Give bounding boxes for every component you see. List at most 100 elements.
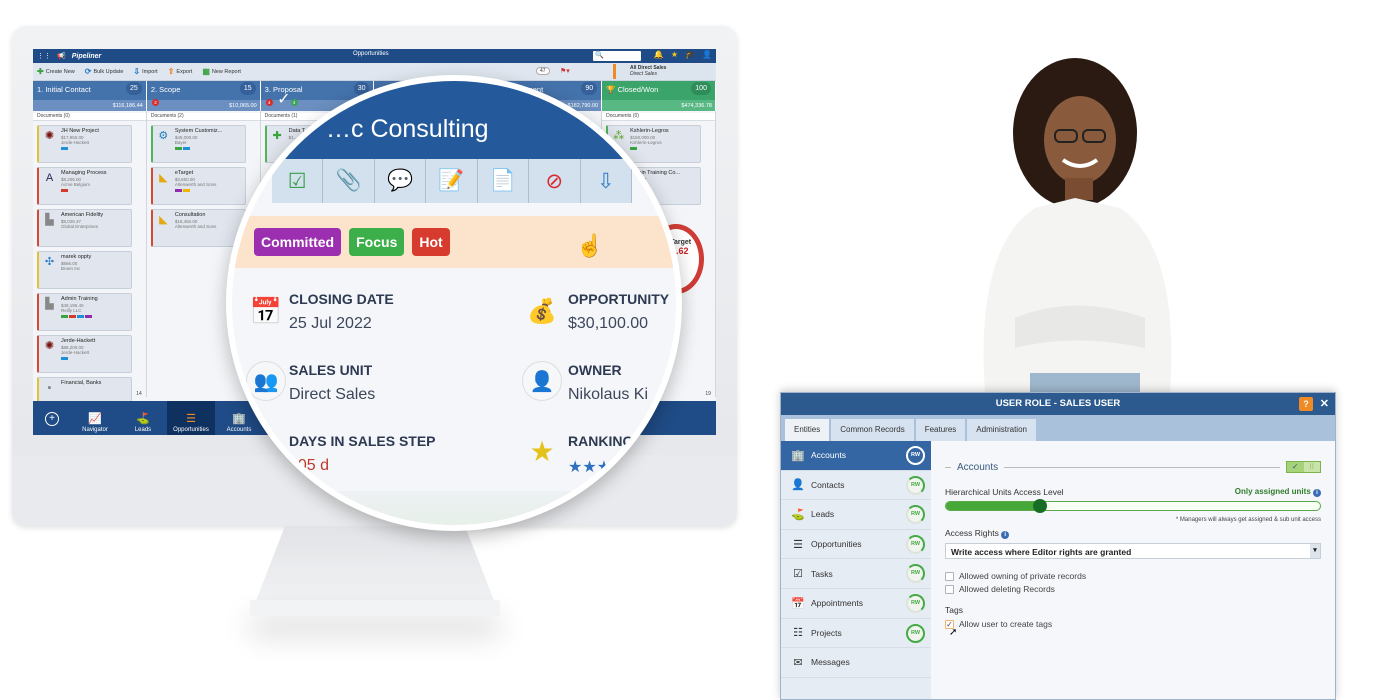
card-title: eTarget xyxy=(174,170,194,176)
help-icon[interactable]: ? xyxy=(1299,397,1313,411)
export-icon: ⇧ xyxy=(167,67,175,76)
tab-common-records[interactable]: Common Records xyxy=(831,419,914,441)
tag-row: Committed Focus Hot xyxy=(232,216,676,268)
copy-move-icon[interactable]: 📄 xyxy=(477,159,530,203)
checklist-icon: ☷ xyxy=(793,627,803,640)
alert-badge: 3 xyxy=(151,91,159,109)
tag-hot[interactable]: Hot xyxy=(412,228,450,256)
access-rights-select[interactable]: Write access where Editor rights are gra… xyxy=(945,543,1321,559)
rights-badge: RW xyxy=(906,564,925,584)
company-logo-icon: ✣ xyxy=(44,256,55,268)
user-icon[interactable]: 👤 xyxy=(702,50,712,59)
announcement-icon[interactable]: 📢 xyxy=(57,52,66,60)
documents-link[interactable]: Documents (0) xyxy=(33,113,146,121)
tags-label: Tags xyxy=(945,605,963,615)
new-report-button[interactable]: ▦ New Report xyxy=(202,67,241,76)
lost-icon[interactable]: ⊘ xyxy=(529,159,581,203)
leads-flag-icon: ⛳ xyxy=(136,413,150,425)
bulk-update-button[interactable]: ⟳ Bulk Update xyxy=(85,67,124,76)
academy-icon[interactable]: 🎓 xyxy=(685,50,695,59)
sales-unit-field: SALES UNIT Direct Sales xyxy=(289,362,376,403)
chevron-down-icon: ▾ xyxy=(1310,544,1320,558)
card-tags xyxy=(61,189,129,192)
info-icon: i xyxy=(1001,531,1010,539)
owner-avatar-icon: 👤 xyxy=(522,361,562,401)
tab-entities[interactable]: Entities xyxy=(785,419,830,441)
entity-contacts[interactable]: 👤 Contacts RW xyxy=(781,471,931,501)
bell-icon[interactable]: 🔔 xyxy=(654,50,664,59)
add-icon[interactable]: + xyxy=(45,412,59,426)
owner-field: OWNER Nikolaus Ki xyxy=(568,362,649,403)
import-icon: ⇩ xyxy=(133,67,141,76)
tag-chip xyxy=(61,189,68,192)
reassign-icon[interactable]: ⇩ xyxy=(580,159,632,203)
card-company: Jerde-Hackett xyxy=(61,140,90,145)
report-icon: ▦ xyxy=(202,67,210,76)
checkbox-create-tags[interactable]: ✓ Allow user to create tags xyxy=(945,619,1052,629)
card-company: Global Enterprises xyxy=(61,224,99,229)
entity-tasks[interactable]: ☑ Tasks RW xyxy=(781,559,931,589)
card-company: Jerde-Hackett xyxy=(61,350,90,355)
access-level-label: Hierarchical Units Access Level xyxy=(945,487,1064,497)
card-title: Managing Process xyxy=(61,170,107,176)
opportunity-card[interactable]: A Managing Process $8,206.00 Acme Belgium xyxy=(37,167,132,205)
entity-list: 🏢 Accounts RW 👤 Contacts RW ⛳ Leads RW ☰ Opport… xyxy=(781,441,931,699)
note-icon[interactable]: 📝 xyxy=(426,159,478,203)
stage-initial-contact[interactable]: 1. Initial Contact 25 $116,186.44 xyxy=(33,81,147,111)
entity-projects[interactable]: ☷ Projects RW xyxy=(781,619,931,649)
entity-accounts[interactable]: 🏢 Accounts RW xyxy=(781,441,931,471)
record-count-badge: 47 xyxy=(536,67,550,75)
opportunity-card[interactable]: ✺ JH New Project $17,950.00 Jerde-Hackett xyxy=(37,125,132,163)
hand-cursor-icon: ☝ xyxy=(576,233,604,258)
tab-features[interactable]: Features xyxy=(915,419,966,441)
access-level-slider[interactable] xyxy=(945,499,1321,513)
rights-badge: RW xyxy=(906,446,925,465)
building-icon: 🏢 xyxy=(791,449,805,462)
chat-icon[interactable]: 💬 xyxy=(374,159,427,203)
account-header: …c Consulting xyxy=(232,81,676,159)
opportunity-card[interactable]: ✺ Jerde-Hackett $88,200.00 Jerde-Hackett xyxy=(37,335,132,373)
nav-opportunities[interactable]: ☰ Opportunities xyxy=(167,401,215,435)
card-company: Reilly LLC xyxy=(61,308,82,313)
tab-administration[interactable]: Administration xyxy=(967,419,1036,441)
tag-focus[interactable]: Focus xyxy=(349,228,405,256)
entity-appointments[interactable]: 📅 Appointments RW xyxy=(781,589,931,619)
action-icon-bar: ☑ 📎 💬 📝 📄 ⊘ ⇩ xyxy=(272,159,632,203)
entity-opportunities[interactable]: ☰ Opportunities RW xyxy=(781,530,931,560)
apps-grid-icon[interactable]: ⋮⋮ xyxy=(37,52,51,60)
nav-leads[interactable]: ⛳ Leads xyxy=(119,401,167,435)
managers-note: * Managers will always get assigned & su… xyxy=(1175,517,1321,523)
checkbox-deleting-records[interactable]: Allowed deleting Records xyxy=(945,584,1055,594)
tag-committed[interactable]: Committed xyxy=(254,228,342,256)
card-title: marek oppty xyxy=(61,254,92,260)
entity-leads[interactable]: ⛳ Leads RW xyxy=(781,500,931,530)
company-logo-icon: ▪ xyxy=(47,382,52,394)
mouse-pointer-icon: ➚ xyxy=(949,627,958,638)
opportunity-card[interactable]: ◣ eTarget $3,650.00 Altenwerth and Sons xyxy=(150,167,246,205)
dialog-title: USER ROLE - SALES USER xyxy=(995,398,1121,409)
plus-icon: ✚ xyxy=(37,67,44,76)
checkbox-private-records[interactable]: Allowed owning of private records xyxy=(945,571,1086,581)
filter-flag-icon[interactable]: ⚑▾ xyxy=(560,67,570,75)
search-input[interactable]: 🔍 xyxy=(593,51,641,61)
card-tags xyxy=(61,315,129,318)
sales-unit-selector[interactable]: All Direct Sales Direct Sales xyxy=(613,64,714,79)
opportunity-card[interactable]: ▙ Admin Training $49,195.40 Reilly LLC xyxy=(37,293,132,331)
card-company: Acme Belgium xyxy=(61,182,91,187)
attachment-icon[interactable]: 📎 xyxy=(323,159,375,203)
card-title: JH New Project xyxy=(61,128,99,134)
opportunity-card[interactable]: ✣ marek oppty $666.00 Bruen Inc xyxy=(37,251,132,289)
export-button[interactable]: ⇧ Export xyxy=(168,67,193,76)
star-icon[interactable]: ★ xyxy=(671,50,678,59)
envelope-icon: ✉ xyxy=(793,656,803,669)
card-title: Admin Training xyxy=(61,296,98,302)
create-new-button[interactable]: ✚ Create New xyxy=(37,67,75,76)
enable-toggle[interactable]: ✓ II xyxy=(1286,461,1321,473)
task-icon[interactable]: ☑ xyxy=(272,159,324,203)
close-icon[interactable]: ✕ xyxy=(1320,393,1329,415)
import-button[interactable]: ⇩ Import xyxy=(133,67,157,76)
nav-navigator[interactable]: 📈 Navigator xyxy=(71,401,119,435)
slider-handle[interactable] xyxy=(1032,499,1047,513)
entity-messages[interactable]: ✉ Messages xyxy=(781,648,931,678)
opportunity-card[interactable]: ▙ American Fidelity $8,028.37 Global Enterp… xyxy=(37,209,132,247)
